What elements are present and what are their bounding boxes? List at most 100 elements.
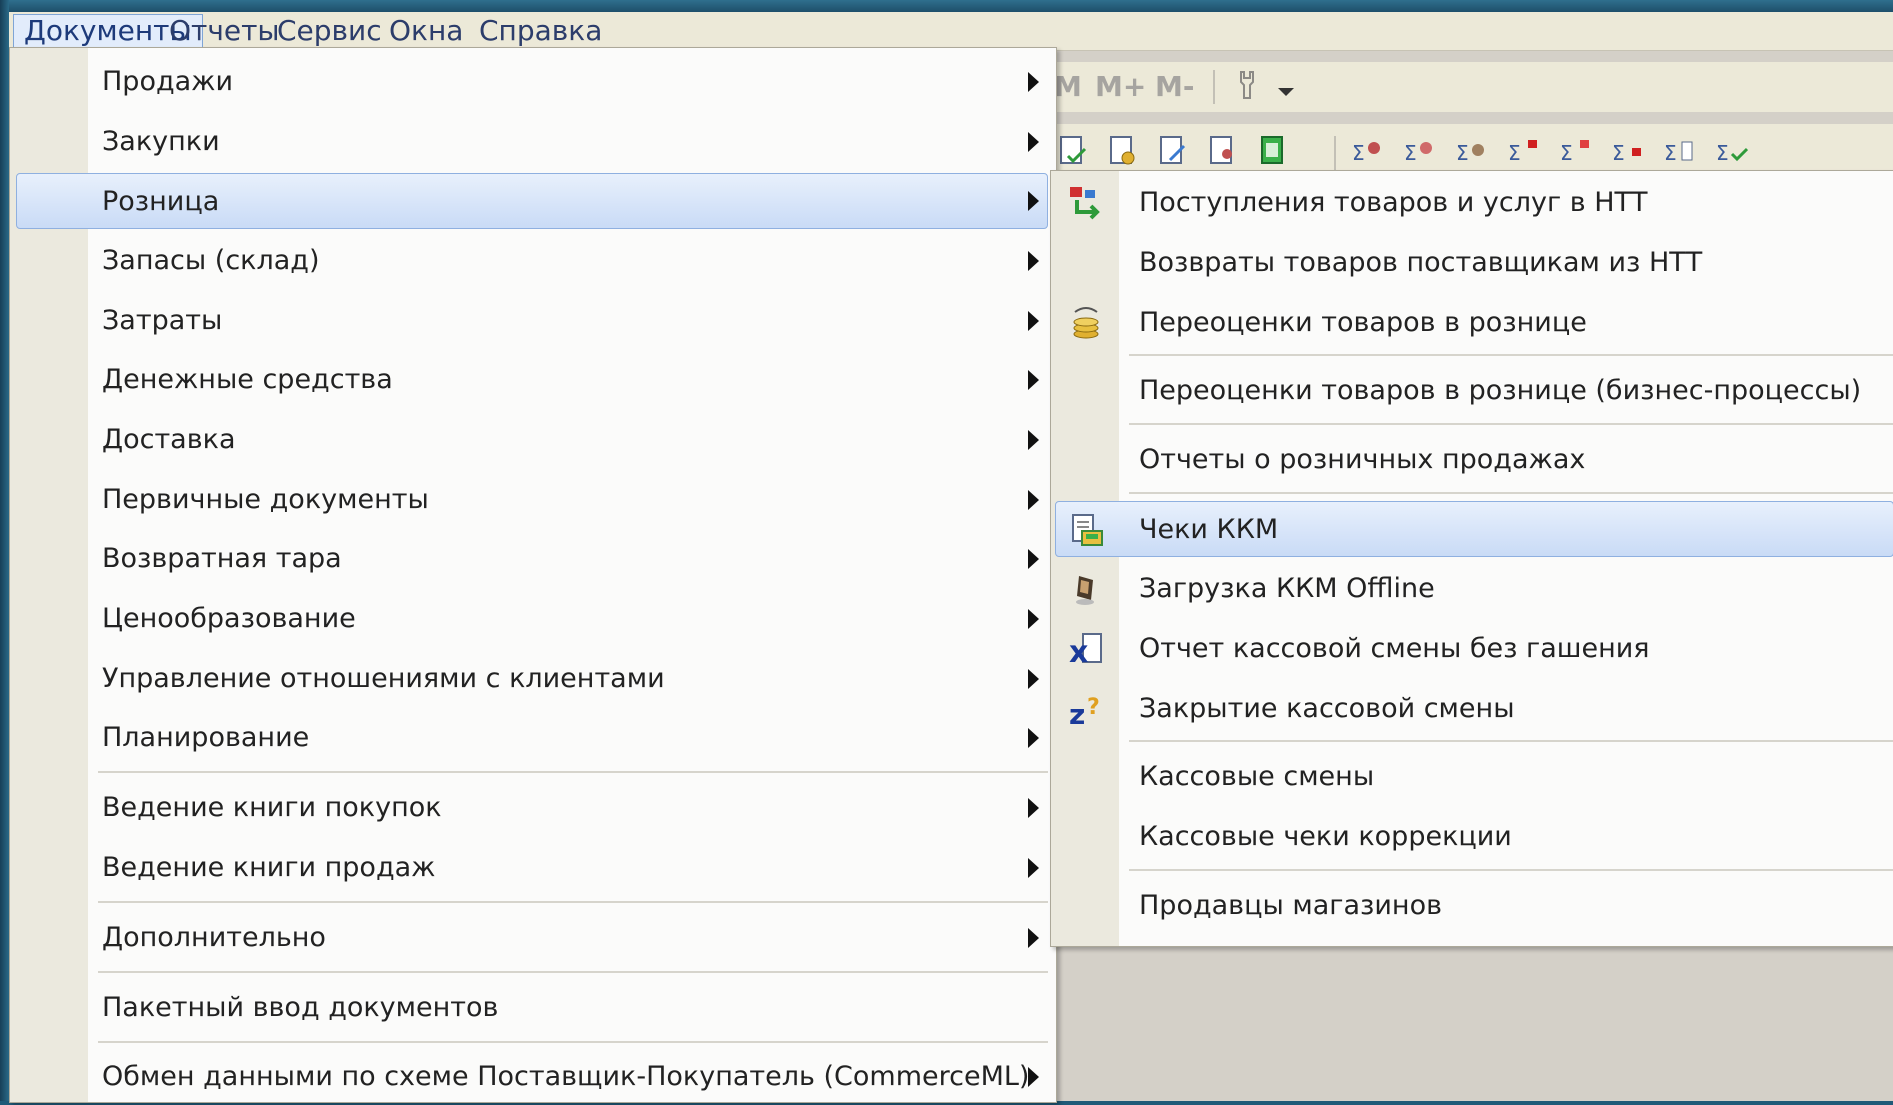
menu-item-commerceml-exchange[interactable]: Обмен данными по схеме Поставщик-Покупат… — [16, 1049, 1048, 1105]
sum-flag-icon[interactable]: Σ — [1558, 134, 1592, 168]
menu-item-additional[interactable]: Дополнительно — [16, 910, 1048, 966]
sum-users-icon[interactable]: Σ — [1350, 134, 1384, 168]
chevron-down-icon[interactable] — [1278, 88, 1294, 96]
svg-text:Σ: Σ — [1456, 141, 1469, 165]
menu-item-sales[interactable]: Продажи — [16, 54, 1048, 110]
retail-submenu: Поступления товаров и услуг в НТТ Возвра… — [1050, 170, 1893, 947]
svg-text:Σ: Σ — [1664, 141, 1677, 165]
sum-list-icon[interactable]: Σ — [1662, 134, 1696, 168]
menu-item-label: Денежные средства — [102, 364, 393, 395]
menu-item-purchases[interactable]: Закупки — [16, 114, 1048, 170]
menu-item-label: Продажи — [102, 66, 234, 97]
sum-users-icon[interactable]: Σ — [1402, 134, 1436, 168]
menu-item-cash[interactable]: Денежные средства — [16, 352, 1048, 408]
menu-item-costs[interactable]: Затраты — [16, 293, 1048, 349]
menu-item-label: Планирование — [102, 722, 310, 753]
document-check-icon[interactable] — [1056, 134, 1090, 168]
svg-text:Σ: Σ — [1508, 141, 1521, 165]
menu-separator — [98, 1041, 1048, 1043]
menu-item-label: Розница — [102, 186, 220, 217]
submenu-item-retail-sales-reports[interactable]: Отчеты о розничных продажах — [1055, 432, 1893, 488]
submenu-item-label: Продавцы магазинов — [1139, 890, 1442, 921]
submenu-item-x-report[interactable]: x Отчет кассовой смены без гашения — [1055, 621, 1893, 677]
menu-item-purchase-ledger[interactable]: Ведение книги покупок — [16, 780, 1048, 836]
submenu-item-retail-revaluation[interactable]: Переоценки товаров в рознице — [1055, 295, 1893, 351]
menu-item-retail[interactable]: Розница — [16, 173, 1048, 229]
menu-item-returnable-containers[interactable]: Возвратная тара — [16, 531, 1048, 587]
menu-item-sales-ledger[interactable]: Ведение книги продаж — [16, 840, 1048, 896]
submenu-arrow-icon — [1028, 609, 1039, 629]
document-edit-icon[interactable] — [1156, 134, 1190, 168]
menu-item-primary-documents[interactable]: Первичные документы — [16, 472, 1048, 528]
green-document-icon[interactable] — [1256, 134, 1290, 168]
submenu-item-label: Чеки ККМ — [1139, 514, 1279, 545]
svg-text:x: x — [1069, 635, 1088, 668]
menu-item-label: Первичные документы — [102, 484, 429, 515]
submenu-arrow-icon — [1028, 858, 1039, 878]
menu-item-label: Возвратная тара — [102, 543, 342, 574]
submenu-item-label: Переоценки товаров в рознице (бизнес-про… — [1139, 375, 1862, 406]
menu-bar: Документы Отчеты Сервис Окна Справка — [9, 12, 1893, 51]
documents-menu: Продажи Закупки Розница Запасы (склад) З… — [9, 47, 1057, 1103]
svg-text:Σ: Σ — [1560, 141, 1573, 165]
document-coins-icon[interactable] — [1106, 134, 1140, 168]
tools-icon[interactable] — [1230, 68, 1264, 102]
sum-flag-icon[interactable]: Σ — [1610, 134, 1644, 168]
submenu-item-retail-revaluation-bp[interactable]: Переоценки товаров в рознице (бизнес-про… — [1055, 363, 1893, 419]
submenu-item-goods-receipt-ntt[interactable]: Поступления товаров и услуг в НТТ — [1055, 175, 1893, 231]
submenu-arrow-icon — [1028, 728, 1039, 748]
menu-windows[interactable]: Окна — [379, 14, 473, 47]
menu-help[interactable]: Справка — [469, 14, 612, 47]
submenu-item-correction-receipts[interactable]: Кассовые чеки коррекции — [1055, 809, 1893, 865]
menu-separator — [98, 901, 1048, 903]
menu-item-planning[interactable]: Планирование — [16, 710, 1048, 766]
menu-item-label: Дополнительно — [102, 922, 326, 953]
submenu-arrow-icon — [1028, 928, 1039, 948]
loading-icon — [1076, 576, 1094, 605]
menu-item-batch-input[interactable]: Пакетный ввод документов — [16, 980, 1048, 1036]
menu-item-label: Запасы (склад) — [102, 245, 320, 276]
memory-minus-button[interactable]: M- — [1155, 70, 1194, 103]
menu-item-delivery[interactable]: Доставка — [16, 412, 1048, 468]
submenu-item-shift-closing[interactable]: z ? Закрытие кассовой смены — [1055, 681, 1893, 737]
svg-text:?: ? — [1087, 695, 1100, 720]
svg-text:z: z — [1069, 698, 1085, 728]
submenu-item-shop-sellers[interactable]: Продавцы магазинов — [1055, 878, 1893, 934]
document-users-icon[interactable] — [1206, 134, 1240, 168]
svg-text:Σ: Σ — [1352, 141, 1365, 165]
z-report-icon: z ? — [1069, 695, 1100, 728]
menu-separator — [98, 971, 1048, 973]
menu-separator — [1129, 740, 1893, 742]
submenu-arrow-icon — [1028, 132, 1039, 152]
submenu-arrow-icon — [1028, 430, 1039, 450]
submenu-item-label: Возвраты товаров поставщикам из НТТ — [1139, 247, 1703, 278]
sum-group-icon[interactable]: Σ — [1454, 134, 1488, 168]
submenu-item-label: Загрузка ККМ Offline — [1139, 573, 1435, 604]
goods-receipt-icon — [1070, 187, 1100, 220]
submenu-item-kkm-receipts[interactable]: Чеки ККМ — [1055, 501, 1893, 557]
revaluation-coins-icon — [1073, 307, 1099, 339]
menu-service[interactable]: Сервис — [267, 14, 392, 47]
submenu-arrow-icon — [1028, 251, 1039, 271]
toolbar-separator — [1213, 70, 1215, 104]
menu-separator — [98, 771, 1048, 773]
submenu-item-kkm-offline-loading[interactable]: Загрузка ККМ Offline — [1055, 561, 1893, 617]
submenu-item-returns-to-suppliers-ntt[interactable]: Возвраты товаров поставщикам из НТТ — [1055, 235, 1893, 291]
window-frame-top — [0, 0, 1893, 12]
sum-check-icon[interactable]: Σ — [1714, 134, 1748, 168]
submenu-arrow-icon — [1028, 191, 1039, 211]
submenu-item-cash-shifts[interactable]: Кассовые смены — [1055, 749, 1893, 805]
memory-plus-button[interactable]: M+ — [1095, 70, 1146, 103]
window-frame-left — [0, 0, 9, 1101]
submenu-item-label: Закрытие кассовой смены — [1139, 693, 1515, 724]
memory-button[interactable]: M — [1054, 70, 1082, 103]
menu-item-crm[interactable]: Управление отношениями с клиентами — [16, 651, 1048, 707]
menu-item-inventory[interactable]: Запасы (склад) — [16, 233, 1048, 289]
sum-flag-icon[interactable]: Σ — [1506, 134, 1540, 168]
submenu-arrow-icon — [1028, 72, 1039, 92]
menu-item-pricing[interactable]: Ценообразование — [16, 591, 1048, 647]
menu-item-label: Обмен данными по схеме Поставщик-Покупат… — [102, 1061, 1030, 1092]
menu-separator — [1129, 492, 1893, 494]
toolbar-calculator: M M+ M- — [1050, 62, 1893, 112]
submenu-arrow-icon — [1028, 549, 1039, 569]
